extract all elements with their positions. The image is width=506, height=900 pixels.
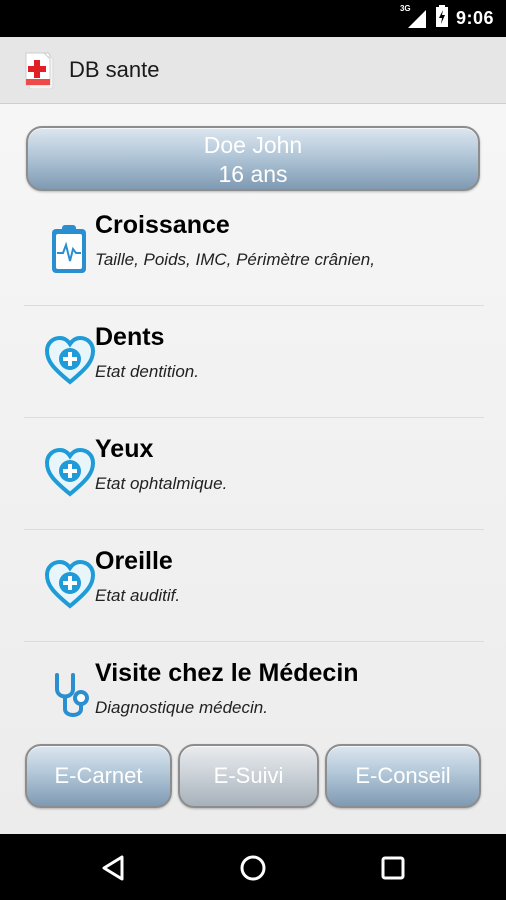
recents-icon[interactable] <box>373 848 413 888</box>
tab-e-suivi[interactable]: E-Suivi <box>178 744 319 808</box>
navigation-bar <box>0 834 506 900</box>
app-logo-icon <box>24 49 54 90</box>
action-bar: DB sante <box>0 37 506 104</box>
menu-item-yeux[interactable]: Yeux Etat ophtalmique. <box>24 418 484 530</box>
patient-age: 16 ans <box>218 161 288 187</box>
menu-item-dents[interactable]: Dents Etat dentition. <box>24 306 484 418</box>
menu-item-title: Oreille <box>95 547 173 575</box>
menu-item-croissance[interactable]: Croissance Taille, Poids, IMC, Périmètre… <box>24 194 484 306</box>
tab-e-conseil[interactable]: E-Conseil <box>325 744 481 808</box>
menu-item-subtitle: Taille, Poids, IMC, Périmètre crânien, <box>95 250 375 269</box>
menu-item-oreille[interactable]: Oreille Etat auditif. <box>24 530 484 642</box>
menu-item-title: Dents <box>95 323 165 351</box>
menu-item-subtitle: Etat auditif. <box>95 586 181 605</box>
menu-item-visite-medecin[interactable]: Visite chez le Médecin Diagnostique méde… <box>24 642 484 754</box>
stethoscope-icon <box>45 671 95 723</box>
network-type: 3G <box>399 3 411 13</box>
heart-plus-icon <box>44 559 96 611</box>
menu-item-subtitle: Etat ophtalmique. <box>95 474 228 493</box>
heart-plus-icon <box>44 447 96 499</box>
app-title: DB sante <box>69 57 160 82</box>
battery-icon <box>435 5 448 32</box>
menu-item-title: Visite chez le Médecin <box>95 659 359 687</box>
home-icon[interactable] <box>233 848 273 888</box>
signal-icon: 3G <box>400 4 428 30</box>
patient-name: Doe John <box>203 132 303 158</box>
status-bar: 3G 9:06 <box>0 0 506 37</box>
clock: 9:06 <box>455 8 494 28</box>
clipboard-heartbeat-icon <box>45 223 95 275</box>
menu-item-title: Yeux <box>95 435 154 463</box>
tab-e-carnet[interactable]: E-Carnet <box>25 744 172 808</box>
patient-button[interactable]: Doe John 16 ans <box>26 126 480 191</box>
menu-item-title: Croissance <box>95 211 230 239</box>
menu-item-subtitle: Diagnostique médecin. <box>95 698 268 717</box>
heart-plus-icon <box>44 335 96 387</box>
menu-item-subtitle: Etat dentition. <box>95 362 199 381</box>
back-icon[interactable] <box>94 848 134 888</box>
